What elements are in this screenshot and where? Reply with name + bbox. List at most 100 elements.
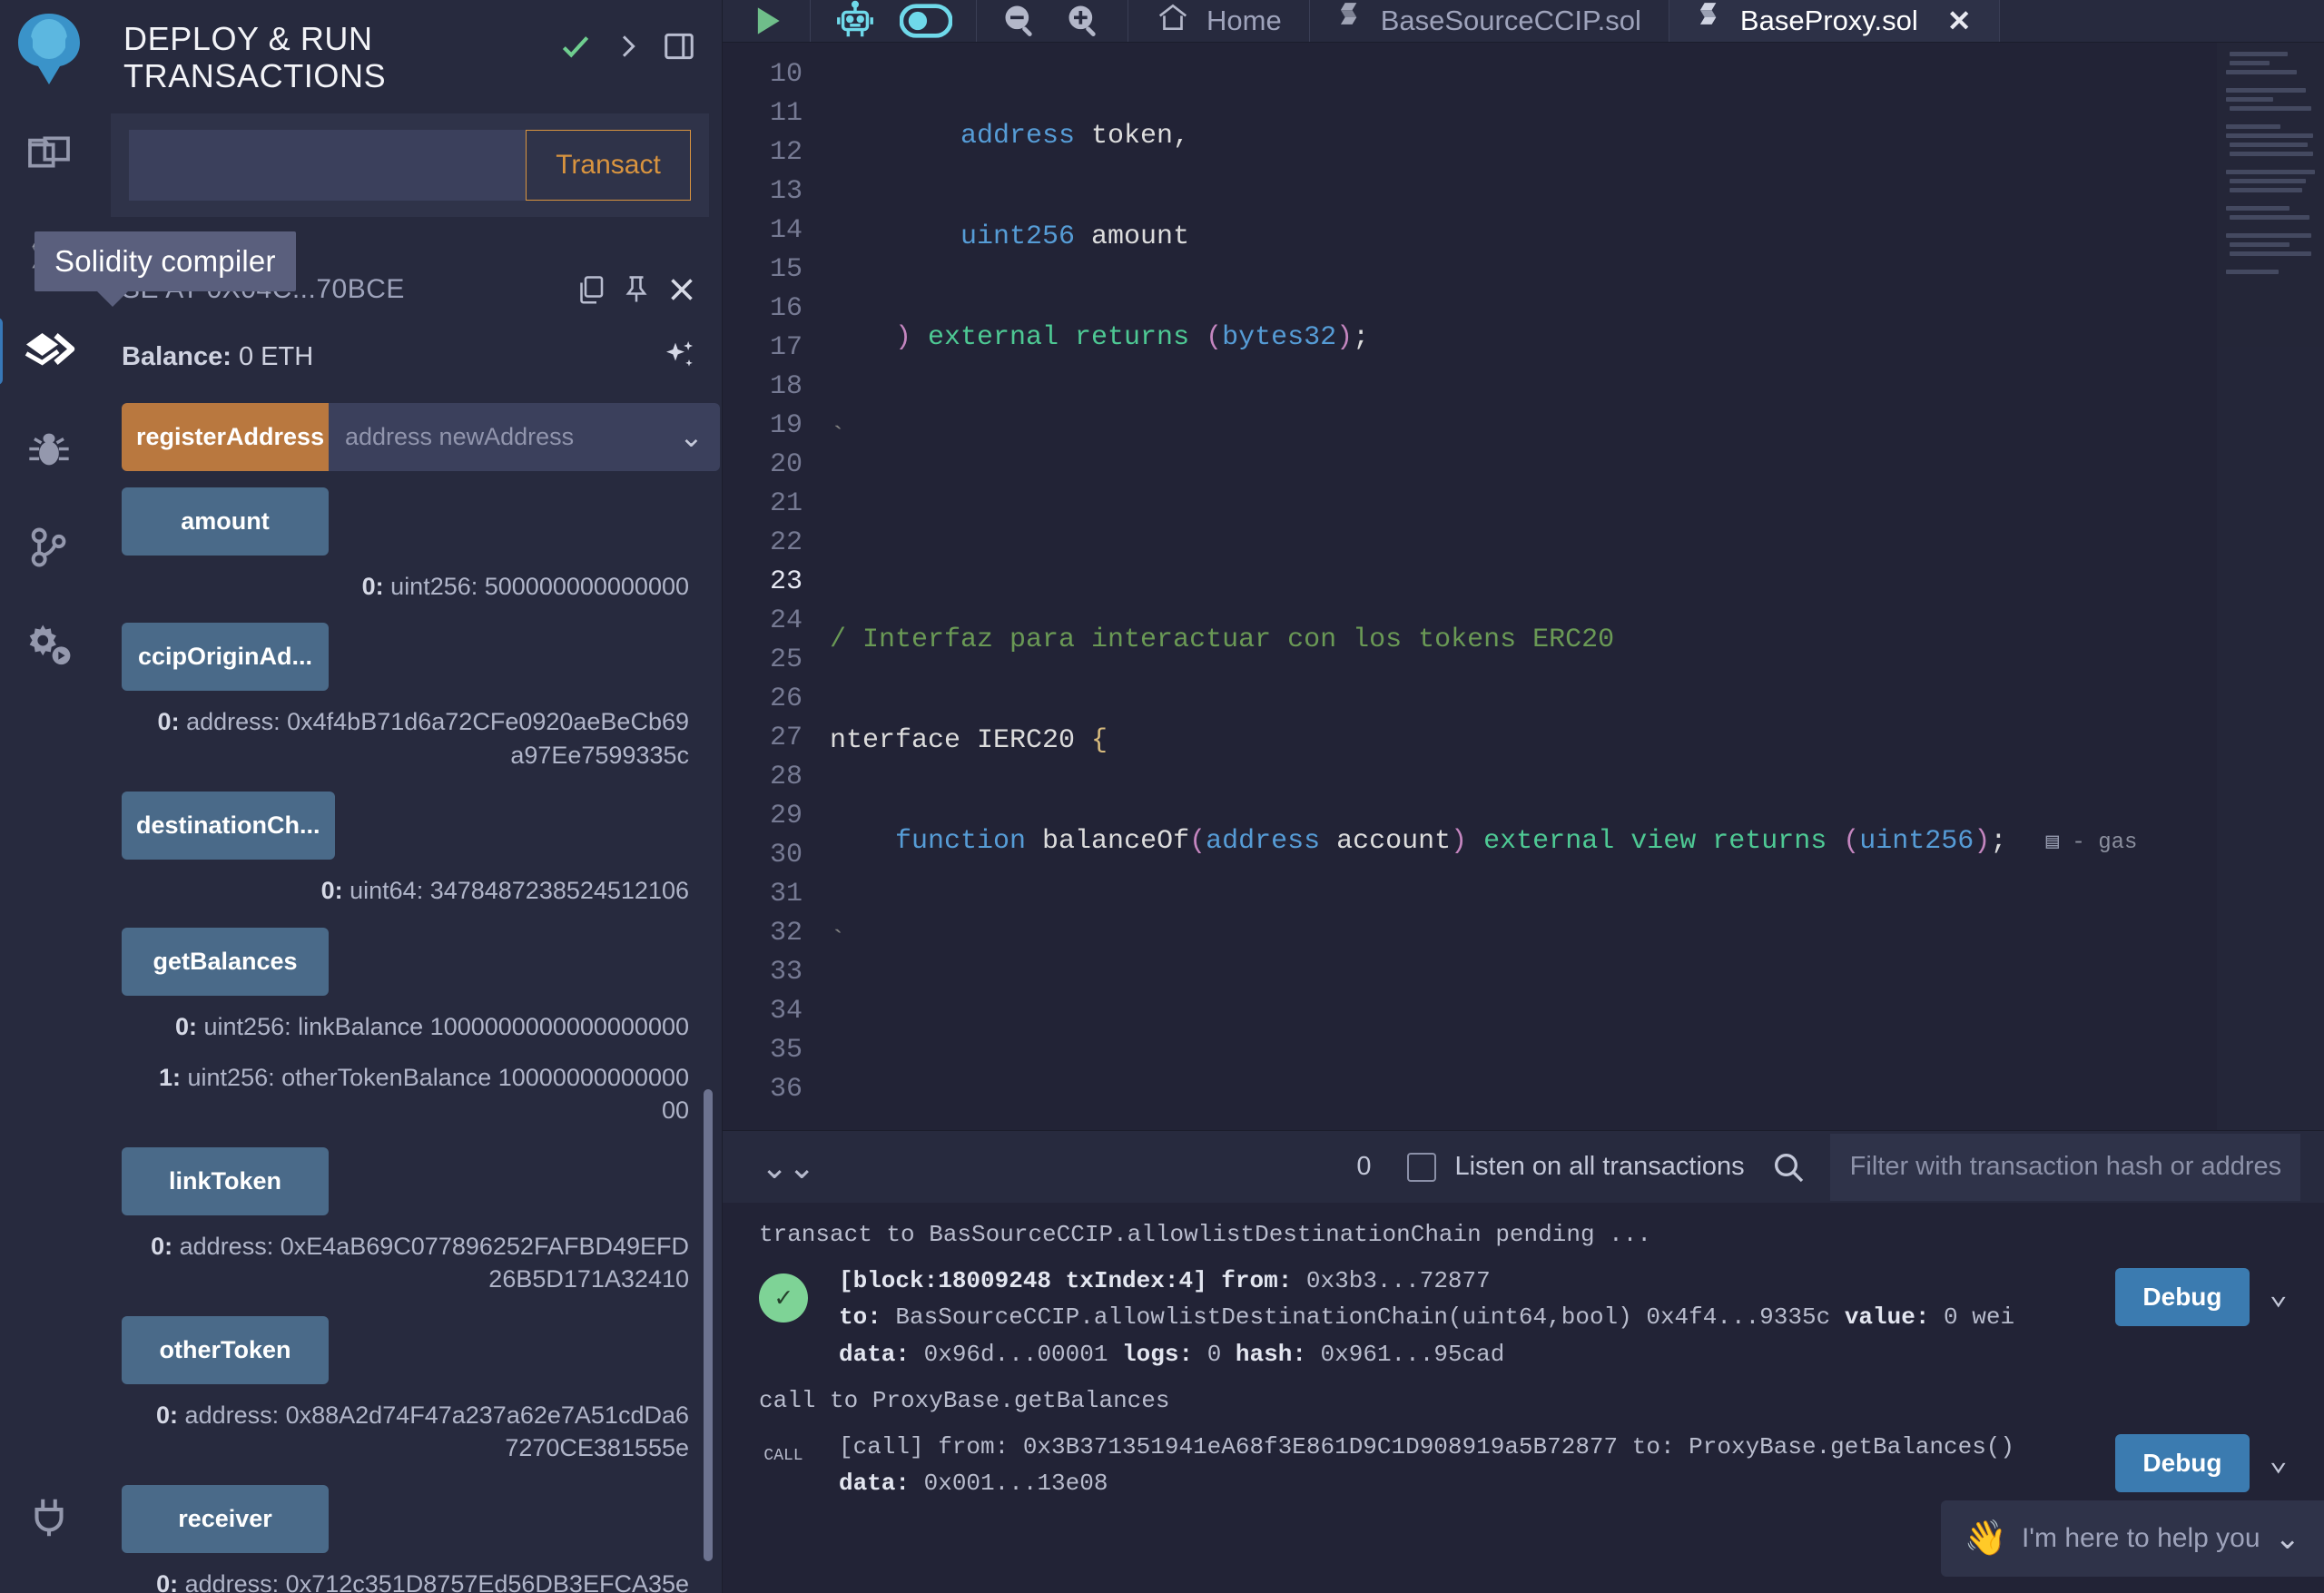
play-icon[interactable]	[746, 1, 786, 41]
line-number: 12	[769, 137, 803, 168]
close-icon[interactable]	[665, 273, 698, 306]
tx-data-value: 0x96d...00001	[923, 1340, 1108, 1368]
left-panel-scrollbar[interactable]	[704, 1089, 713, 1561]
sidebar-item-deploy-run[interactable]	[0, 312, 88, 390]
transact-button[interactable]: Transact	[526, 129, 691, 201]
chevron-right-icon[interactable]	[613, 29, 642, 64]
function-block: otherToken 0: address: 0x88A2d74F47a237a…	[122, 1315, 698, 1469]
plug-icon[interactable]	[10, 1479, 88, 1557]
line-number: 27	[769, 723, 803, 753]
transact-input[interactable]	[129, 129, 526, 201]
function-button-otherToken[interactable]: otherToken	[122, 1315, 329, 1384]
function-button-linkToken[interactable]: linkToken	[122, 1146, 329, 1215]
zoom-out-icon[interactable]	[1000, 1, 1040, 41]
code-line: `	[830, 927, 847, 958]
line-number: 35	[769, 1035, 803, 1066]
transaction-entry[interactable]: ✓ [block:18009248 txIndex:4] from: 0x3b3…	[723, 1254, 2324, 1382]
line-number: 26	[769, 683, 803, 714]
tab-BaseSourceCCIP[interactable]: BaseSourceCCIP.sol	[1310, 0, 1669, 42]
run-group	[723, 0, 811, 42]
transact-row: Transact	[111, 113, 709, 217]
copy-icon[interactable]	[575, 273, 607, 306]
debug-button[interactable]: Debug	[2115, 1268, 2250, 1326]
code-content[interactable]: address token, uint256 amount ) external…	[830, 43, 2324, 1130]
editor-toolbar: Home BaseSourceCCIP.sol BaseProxy.sol ✕	[723, 0, 2324, 43]
function-input-registerAddress[interactable]	[345, 422, 666, 451]
call-entry[interactable]: CALL [call] from: 0x3B371351941eA68f3E86…	[723, 1420, 2324, 1511]
line-number: 20	[769, 449, 803, 480]
call-tag: CALL	[763, 1446, 803, 1465]
function-result: 0: address: 0x88A2d74F47a237a62e7A51cdDa…	[122, 1384, 698, 1469]
page-title: DEPLOY & RUN TRANSACTIONS	[123, 20, 387, 95]
help-bubble[interactable]: 👋 I'm here to help you ⌄	[1940, 1500, 2324, 1577]
line-number: 33	[769, 957, 803, 988]
function-button-amount[interactable]: amount	[122, 487, 329, 556]
result-index: 0:	[151, 1232, 173, 1260]
result-index: 0:	[320, 877, 343, 905]
function-block: linkToken 0: address: 0xE4aB69C077896252…	[122, 1146, 698, 1300]
debug-button[interactable]: Debug	[2115, 1433, 2250, 1492]
file-explorer-icon[interactable]	[10, 116, 88, 194]
function-button-ccipOriginAddress[interactable]: ccipOriginAd...	[122, 623, 329, 692]
code-line: ) external returns (bytes32);	[830, 322, 1370, 353]
status-success-icon: ✓	[759, 1273, 808, 1323]
chevron-down-icon[interactable]: ⌄	[2275, 1520, 2301, 1557]
result-value: uint256: 500000000000000	[390, 572, 689, 600]
main-area: Home BaseSourceCCIP.sol BaseProxy.sol ✕ …	[723, 0, 2324, 1593]
function-result: 0: address: 0x4f4bB71d6a72CFe0920aeBeCb6…	[122, 691, 698, 775]
pin-icon[interactable]	[620, 273, 653, 306]
check-icon[interactable]	[558, 29, 593, 64]
remix-logo-icon	[10, 7, 88, 91]
result-value: address: 0xE4aB69C077896252FAFBD49EFD26B…	[179, 1232, 689, 1293]
line-number: 18	[769, 371, 803, 402]
result-value: uint256: linkBalance 1000000000000000000	[203, 1012, 689, 1040]
code-editor[interactable]: 10 11 12 13 14 15 16 17 18 19 20 21 22 2…	[723, 43, 2324, 1130]
tx-data-label: data:	[839, 1340, 911, 1368]
chevrons-down-icon[interactable]: ⌄⌄	[746, 1148, 830, 1186]
sparkle-icon[interactable]	[662, 337, 698, 378]
result-value: uint64: 3478487238524512106	[350, 877, 689, 905]
function-button-getBalances[interactable]: getBalances	[122, 927, 329, 996]
line-number: 34	[769, 996, 803, 1027]
function-button-destinationChainSelector[interactable]: destinationCh...	[122, 792, 335, 860]
line-number-gutter: 10 11 12 13 14 15 16 17 18 19 20 21 22 2…	[723, 43, 830, 1130]
chevron-down-icon[interactable]: ⌄	[666, 419, 704, 454]
function-block: registerAddress ⌄	[122, 402, 720, 471]
result-index: 0:	[157, 708, 180, 736]
line-number: 30	[769, 840, 803, 870]
search-icon[interactable]	[1770, 1149, 1807, 1185]
plugin-manager-icon[interactable]	[10, 606, 88, 684]
solidity-icon	[1697, 0, 1724, 42]
layout-panel-icon[interactable]	[662, 29, 696, 64]
listen-all-transactions-checkbox[interactable]	[1407, 1152, 1437, 1182]
result-value: address: 0x88A2d74F47a237a62e7A51cdDa672…	[184, 1401, 689, 1462]
zoom-in-icon[interactable]	[1064, 1, 1104, 41]
tab-BaseProxy[interactable]: BaseProxy.sol ✕	[1669, 0, 2000, 42]
robot-icon[interactable]	[834, 0, 876, 42]
toggle-on-icon[interactable]	[900, 1, 952, 41]
function-button-receiver[interactable]: receiver	[122, 1484, 329, 1553]
function-block: ccipOriginAd... 0: address: 0x4f4bB71d6a…	[122, 623, 698, 775]
listen-all-transactions-label: Listen on all transactions	[1454, 1152, 1745, 1181]
code-line: nterface IERC20 {	[830, 725, 1108, 756]
chevron-down-icon[interactable]: ⌄	[2270, 1441, 2288, 1480]
code-minimap[interactable]	[2217, 43, 2324, 1130]
result-value: address: 0x4f4bB71d6a72CFe0920aeBeCb69a9…	[186, 708, 689, 769]
transaction-filter-input[interactable]	[1829, 1133, 2300, 1201]
debugger-icon[interactable]	[10, 410, 88, 488]
home-icon	[1156, 0, 1190, 42]
line-number: 31	[769, 879, 803, 910]
tx-from-value: 0x3b3...72877	[1305, 1267, 1491, 1294]
close-icon[interactable]: ✕	[1947, 4, 1972, 38]
function-button-registerAddress[interactable]: registerAddress	[122, 402, 329, 471]
tab-home[interactable]: Home	[1128, 0, 1310, 42]
tx-hash-label: hash:	[1235, 1340, 1306, 1368]
function-block: receiver 0: address: 0x712c351D8757Ed56D…	[122, 1484, 698, 1593]
chevron-down-icon[interactable]: ⌄	[2270, 1275, 2288, 1313]
line-number: 15	[769, 254, 803, 285]
result-index: 0:	[174, 1012, 197, 1040]
line-number: 17	[769, 332, 803, 363]
git-icon[interactable]	[10, 508, 88, 586]
line-number: 36	[769, 1074, 803, 1105]
